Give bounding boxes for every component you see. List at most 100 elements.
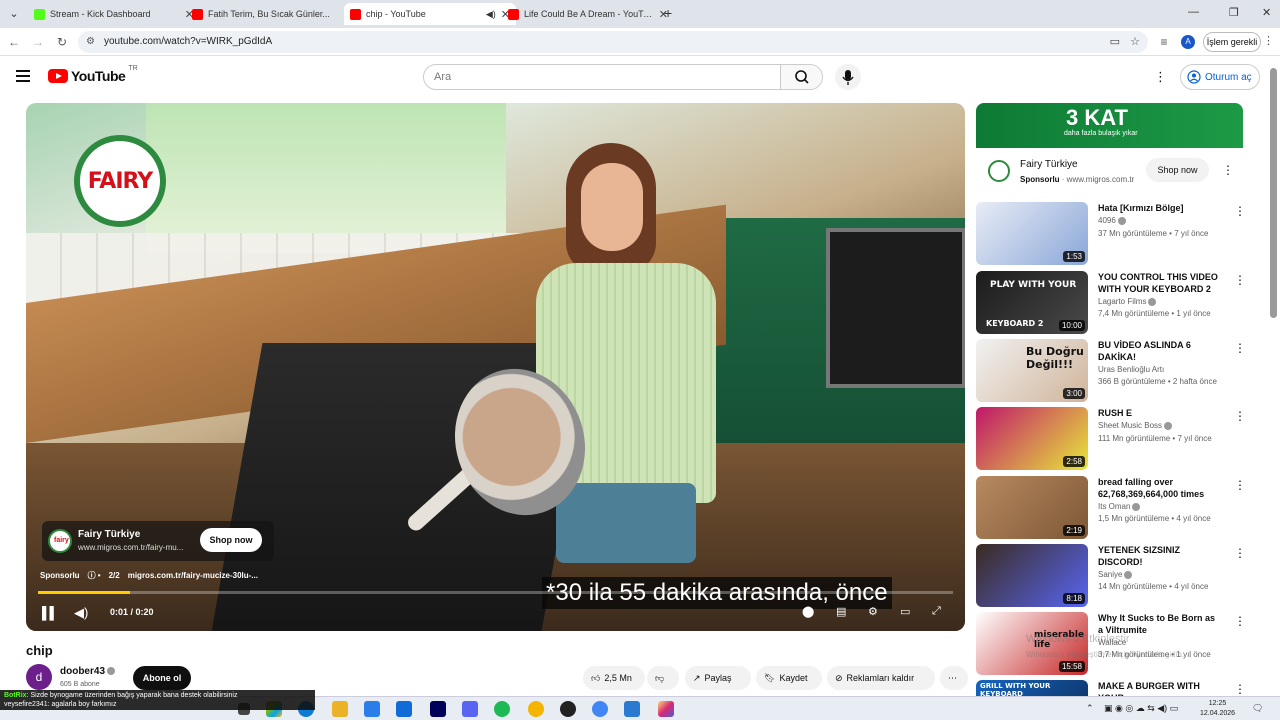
browser-tab-kick[interactable]: Stream - Kick Dashboard ✕ — [28, 3, 200, 25]
tray-chevron-icon[interactable]: ⌃ — [1086, 703, 1094, 714]
voice-search-button[interactable] — [835, 64, 861, 90]
recommended-video[interactable]: 8:18 YETENEK SIZSINIZ DISCORD! Saniye 14 Mn… — [976, 544, 1248, 608]
video-thumbnail[interactable]: 2:19 — [976, 476, 1088, 539]
recommended-video-title[interactable]: Hata [Kırmızı Bölge] — [1098, 202, 1220, 214]
recommended-video-title[interactable]: bread falling over 62,768,369,664,000 ti… — [1098, 476, 1220, 500]
recommended-video[interactable]: 2:58 RUSH E Sheet Music Boss 111 Mn görüntü… — [976, 407, 1248, 471]
search-button[interactable] — [780, 65, 822, 89]
address-bar[interactable]: ⚙ youtube.com/watch?v=WIRK_pGdIdA ▭ ☆ — [78, 31, 1148, 53]
recommended-channel[interactable]: Lagarto Films — [1098, 297, 1157, 306]
youtube-logo[interactable]: YouTube TR — [48, 65, 138, 84]
recommended-video-title[interactable]: BU VİDEO ASLINDA 6 DAKİKA! — [1098, 339, 1220, 363]
back-icon[interactable]: ← — [6, 34, 22, 50]
recommended-channel[interactable]: Uras Benlioğlu Artı — [1098, 365, 1164, 374]
recommended-channel[interactable]: Its Oman — [1098, 502, 1141, 511]
progress-bar[interactable] — [38, 591, 953, 594]
video-menu-icon[interactable]: ⋮ — [1234, 341, 1246, 355]
recommended-channel[interactable]: 4096 — [1098, 216, 1126, 225]
fullscreen-icon[interactable]: ⤢ — [932, 605, 941, 618]
video-menu-icon[interactable]: ⋮ — [1234, 614, 1246, 628]
instagram-icon[interactable] — [658, 701, 674, 717]
tab-audio-icon[interactable]: ◀) — [486, 9, 496, 20]
maximize-icon[interactable]: ❐ — [1229, 6, 1239, 19]
notification-icon[interactable]: 🗨︎ — [1252, 703, 1263, 714]
signin-button[interactable]: Oturum aç — [1180, 64, 1260, 90]
store-icon[interactable] — [364, 701, 380, 717]
subscribe-button[interactable]: Abone ol — [133, 666, 191, 690]
video-player[interactable]: FAIRY fairy Fairy Türkiye www.migros.com… — [26, 103, 965, 631]
like-button[interactable]: 👍︎ 2,5 Mn — [583, 666, 645, 690]
minimize-icon[interactable]: — — [1188, 6, 1199, 18]
sidebar-shop-now-button[interactable]: Shop now — [1146, 158, 1209, 182]
profile-avatar[interactable]: A — [1181, 35, 1195, 49]
tab-search-icon[interactable]: ⌄ — [6, 6, 22, 22]
recommended-video[interactable]: 2:19 bread falling over 62,768,369,664,00… — [976, 476, 1248, 540]
video-menu-icon[interactable]: ⋮ — [1234, 273, 1246, 287]
outlook-icon[interactable] — [396, 701, 412, 717]
page-scrollbar[interactable] — [1270, 68, 1277, 318]
new-tab-icon[interactable]: + — [664, 5, 672, 21]
video-menu-icon[interactable]: ⋮ — [1234, 682, 1246, 696]
browser-tab-life[interactable]: Life Could Be A Dream - YouTube ✕ — [502, 3, 674, 25]
app-icon[interactable] — [624, 701, 640, 717]
settings-menu-icon[interactable]: ⋮ — [1154, 69, 1167, 85]
chrome-icon[interactable] — [528, 701, 544, 717]
close-window-icon[interactable]: ✕ — [1262, 6, 1271, 19]
captions-icon[interactable]: ▤ — [836, 605, 846, 618]
video-menu-icon[interactable]: ⋮ — [1234, 478, 1246, 492]
video-thumbnail[interactable]: 8:18 — [976, 544, 1088, 607]
recommended-video[interactable]: 3:00 Bu Doğru Değil!!! BU VİDEO ASLINDA 6 … — [976, 339, 1248, 403]
dislike-button[interactable]: 👎︎ — [647, 666, 679, 690]
recommended-video[interactable]: 10:00 PLAY WITH YOUR KEYBOARD 2 YOU CONTROL… — [976, 271, 1248, 335]
ad-link[interactable]: migros.com.tr/fairy-mucize-30lu-... — [128, 571, 258, 580]
menu-icon[interactable] — [16, 70, 30, 82]
browser-tab-fatih[interactable]: Fatih Terim, Bu Sıcak Günler... ✕ — [186, 3, 358, 25]
cast-icon[interactable]: ▭ — [1110, 31, 1120, 53]
sidebar-ad[interactable]: 3 KAT daha fazla bulaşık yıkar Fairy Tür… — [976, 103, 1243, 195]
autoplay-toggle-icon[interactable]: ⬤ — [802, 605, 814, 618]
site-info-icon[interactable]: ⚙ — [86, 31, 95, 53]
channel-name[interactable]: doober43 — [60, 666, 116, 677]
volume-icon[interactable]: ◀) — [74, 605, 88, 621]
ad-overlay-card[interactable]: fairy Fairy Türkiye www.migros.com.tr/fa… — [42, 521, 274, 561]
browser-menu-icon[interactable]: ⋮ — [1263, 34, 1274, 47]
search-input[interactable]: Ara — [434, 71, 451, 83]
after-effects-icon[interactable] — [430, 701, 446, 717]
video-thumbnail[interactable]: 3:00 Bu Doğru Değil!!! — [976, 339, 1088, 402]
remove-ads-button[interactable]: ⊘ Reklamları kaldır — [827, 666, 935, 690]
pause-icon[interactable]: ▌▌ — [42, 606, 58, 620]
sidebar-ad-banner[interactable]: 3 KAT daha fazla bulaşık yıkar — [976, 103, 1243, 148]
spotify-icon[interactable] — [494, 701, 510, 717]
ad-menu-icon[interactable]: ⋮ — [1222, 163, 1234, 177]
browser-tab-chip[interactable]: chip - YouTube ◀) ✕ — [344, 3, 516, 25]
bookmark-star-icon[interactable]: ☆ — [1130, 31, 1140, 53]
chrome-profile-icon[interactable] — [592, 701, 608, 717]
save-button[interactable]: 🔖︎ Kaydet — [756, 666, 822, 690]
video-thumbnail[interactable]: 10:00 PLAY WITH YOUR KEYBOARD 2 — [976, 271, 1088, 334]
recommended-channel[interactable]: Saniye — [1098, 570, 1133, 579]
video-menu-icon[interactable]: ⋮ — [1234, 204, 1246, 218]
obs-icon[interactable] — [560, 701, 576, 717]
channel-avatar[interactable]: d — [26, 664, 52, 690]
ad-shop-now-button[interactable]: Shop now — [200, 528, 262, 552]
share-button[interactable]: ↗ Paylaş — [685, 666, 751, 690]
search-box[interactable]: Ara — [423, 64, 823, 90]
recommended-video-title[interactable]: YOU CONTROL THIS VIDEO WITH YOUR KEYBOAR… — [1098, 271, 1220, 295]
update-button[interactable]: İşlem gerekli — [1203, 32, 1261, 52]
tray-icons[interactable]: ▣ ◉ ◎ ☁ ⇆ ◀) ▭ — [1104, 703, 1178, 714]
more-actions-button[interactable]: ⋯ — [940, 666, 968, 690]
file-explorer-icon[interactable] — [332, 701, 348, 717]
theater-mode-icon[interactable]: ▭ — [900, 605, 910, 618]
video-thumbnail[interactable]: 1:53 — [976, 202, 1088, 265]
discord-icon[interactable] — [462, 701, 478, 717]
reload-icon[interactable]: ↻ — [54, 34, 70, 50]
media-controls-icon[interactable]: ≡ — [1156, 34, 1172, 50]
video-menu-icon[interactable]: ⋮ — [1234, 546, 1246, 560]
video-thumbnail[interactable]: 2:58 — [976, 407, 1088, 470]
forward-icon[interactable]: → — [30, 34, 46, 50]
recommended-video[interactable]: 1:53 Hata [Kırmızı Bölge] 4096 37 Mn görünt… — [976, 202, 1248, 266]
video-menu-icon[interactable]: ⋮ — [1234, 409, 1246, 423]
recommended-video-title[interactable]: RUSH E — [1098, 407, 1220, 419]
settings-gear-icon[interactable]: ⚙ — [868, 605, 878, 618]
taskbar-clock[interactable]: 12:25 12.04.2026 — [1200, 699, 1235, 719]
